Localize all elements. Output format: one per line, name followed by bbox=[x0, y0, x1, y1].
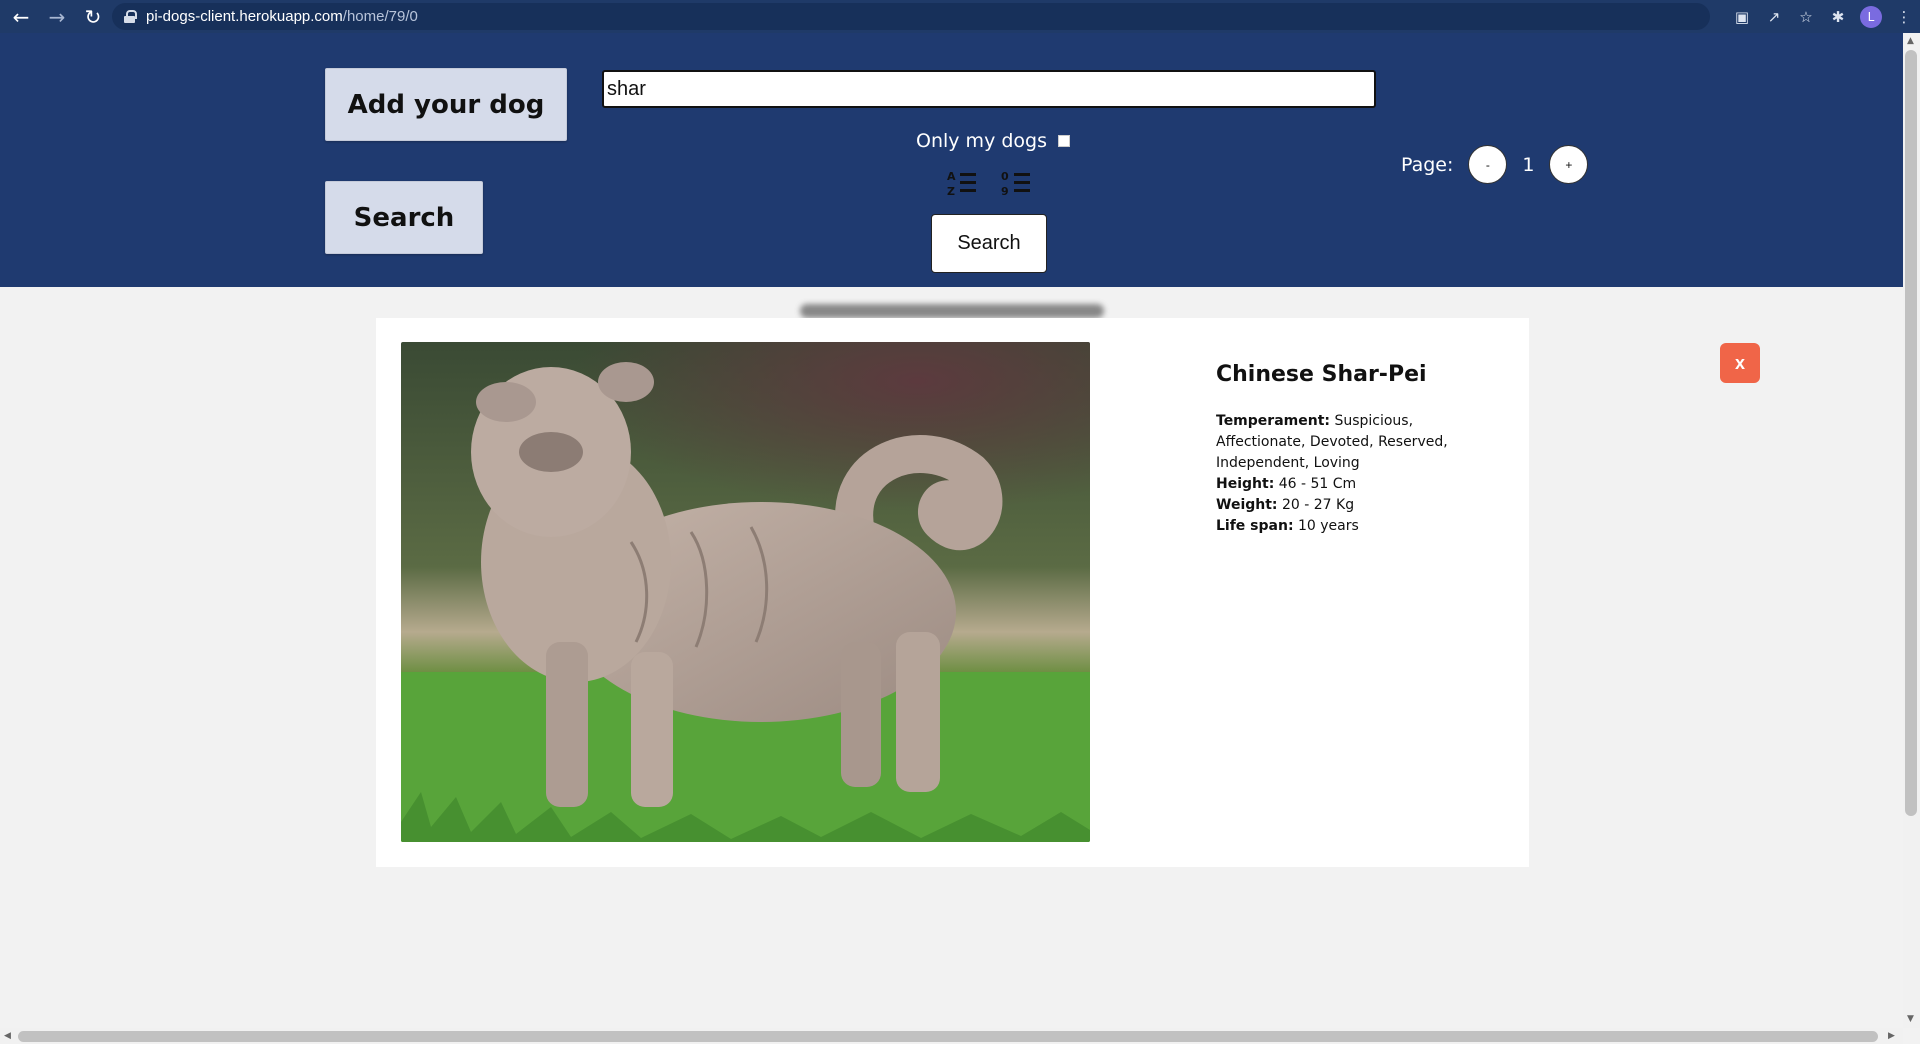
temperament-label: Temperament: bbox=[1216, 413, 1330, 429]
browser-toolbar: ← → ↻ pi-dogs-client.herokuapp.com/home/… bbox=[0, 0, 1920, 33]
svg-text:A: A bbox=[947, 170, 956, 183]
vertical-scroll-thumb[interactable] bbox=[1905, 50, 1917, 816]
scroll-right-arrow-icon[interactable]: ▶ bbox=[1888, 1031, 1895, 1041]
previous-page-button[interactable]: - bbox=[1468, 145, 1508, 184]
sort-alpha-icon[interactable]: A Z bbox=[946, 169, 978, 197]
share-icon[interactable]: ↗ bbox=[1758, 0, 1790, 33]
svg-text:Z: Z bbox=[947, 185, 955, 197]
current-page-number: 1 bbox=[1522, 153, 1535, 176]
sort-controls: A Z 0 9 bbox=[946, 169, 1032, 197]
bookmark-star-icon[interactable]: ☆ bbox=[1790, 0, 1822, 33]
lifespan-value: 10 years bbox=[1298, 518, 1359, 534]
dog-name-heading: Chinese Shar-Pei bbox=[1216, 362, 1427, 387]
height-row: Height: 46 - 51 Cm bbox=[1216, 474, 1476, 495]
back-arrow-icon[interactable]: ← bbox=[6, 2, 36, 32]
height-label: Height: bbox=[1216, 476, 1275, 492]
search-nav-button[interactable]: Search bbox=[325, 181, 483, 254]
only-my-dogs-filter[interactable]: Only my dogs bbox=[916, 130, 1070, 152]
only-my-dogs-checkbox[interactable] bbox=[1058, 135, 1070, 147]
height-value: 46 - 51 Cm bbox=[1278, 476, 1357, 492]
svg-text:9: 9 bbox=[1001, 185, 1009, 197]
dog-photo bbox=[401, 342, 1090, 842]
page-label: Page: bbox=[1401, 153, 1454, 176]
horizontal-scroll-thumb[interactable] bbox=[18, 1031, 1878, 1042]
translate-icon[interactable]: ▣ bbox=[1726, 0, 1758, 33]
lifespan-label: Life span: bbox=[1216, 518, 1294, 534]
lock-icon bbox=[124, 10, 137, 23]
profile-avatar[interactable]: L bbox=[1860, 5, 1882, 28]
add-your-dog-button[interactable]: Add your dog bbox=[325, 68, 567, 141]
menu-kebab-icon[interactable]: ⋮ bbox=[1888, 0, 1920, 33]
only-my-dogs-label: Only my dogs bbox=[916, 130, 1047, 152]
weight-value: 20 - 27 Kg bbox=[1281, 497, 1355, 513]
next-page-button[interactable]: + bbox=[1549, 145, 1589, 184]
weight-label: Weight: bbox=[1216, 497, 1278, 513]
address-bar[interactable]: pi-dogs-client.herokuapp.com/home/79/0 bbox=[112, 3, 1710, 30]
temperament-row: Temperament: Suspicious, Affectionate, D… bbox=[1216, 411, 1476, 474]
extensions-icon[interactable]: ✱ bbox=[1822, 0, 1854, 33]
forward-arrow-icon[interactable]: → bbox=[42, 2, 72, 32]
url-text: pi-dogs-client.herokuapp.com/home/79/0 bbox=[146, 8, 418, 25]
search-input[interactable] bbox=[602, 70, 1376, 108]
app-header: Add your dog Search Only my dogs A Z 0 9… bbox=[0, 33, 1903, 287]
reload-icon[interactable]: ↻ bbox=[78, 2, 108, 32]
scroll-down-arrow-icon[interactable]: ▼ bbox=[1907, 1014, 1914, 1024]
weight-row: Weight: 20 - 27 Kg bbox=[1216, 495, 1476, 516]
sort-numeric-icon[interactable]: 0 9 bbox=[1000, 169, 1032, 197]
search-button[interactable]: Search bbox=[931, 214, 1047, 273]
pagination: Page: - 1 + bbox=[1401, 145, 1589, 184]
svg-text:0: 0 bbox=[1001, 170, 1009, 183]
scroll-left-arrow-icon[interactable]: ◀ bbox=[4, 1031, 11, 1041]
close-detail-button[interactable]: x bbox=[1720, 343, 1760, 383]
dog-details: Chinese Shar-Pei Temperament: Suspicious… bbox=[1216, 362, 1476, 537]
lifespan-row: Life span: 10 years bbox=[1216, 516, 1476, 537]
dog-detail-card: Chinese Shar-Pei Temperament: Suspicious… bbox=[376, 318, 1529, 867]
scroll-up-arrow-icon[interactable]: ▲ bbox=[1907, 36, 1914, 46]
background-card-shadow bbox=[800, 304, 1104, 318]
